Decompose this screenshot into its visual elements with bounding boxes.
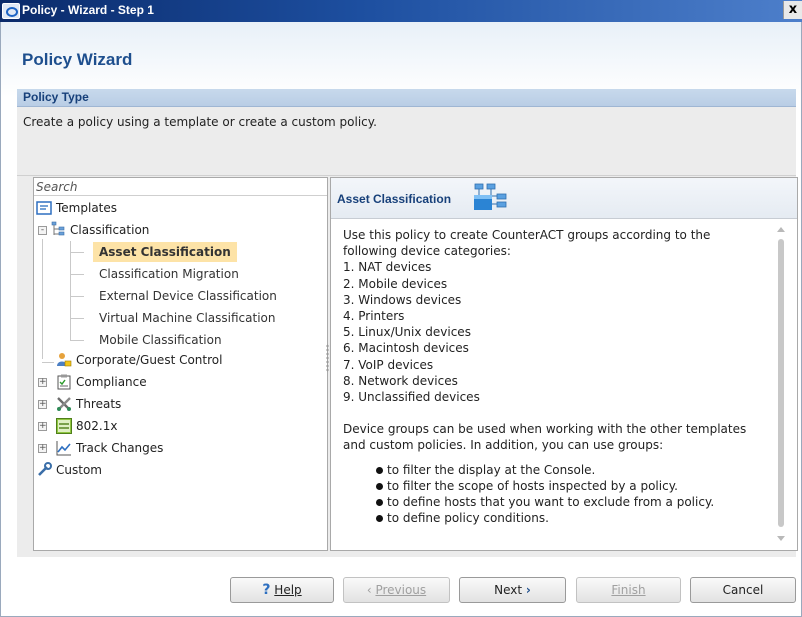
usage-list: to filter the display at the Console. to… <box>343 462 763 527</box>
tree-guide-line <box>70 340 84 341</box>
tree-item-corporate-guest-control[interactable]: Corporate/Guest Control <box>76 350 222 370</box>
category-item: 9. Unclassified devices <box>343 390 480 405</box>
tree-guide-line <box>42 239 43 359</box>
tree-guide-line <box>70 252 84 253</box>
previous-label: Previous <box>375 583 427 597</box>
tree-item-classification-migration[interactable]: Classification Migration <box>99 264 239 284</box>
expand-toggle[interactable]: + <box>38 400 47 409</box>
category-item: 1. NAT devices <box>343 260 432 275</box>
detail-scrollbar[interactable] <box>774 225 788 543</box>
tree-item-templates[interactable]: Templates <box>56 198 117 218</box>
collapse-toggle[interactable]: - <box>38 226 47 235</box>
tree-item-classification[interactable]: Classification <box>70 220 149 240</box>
tree-guide-line <box>70 241 71 341</box>
category-item: 2. Mobile devices <box>343 276 448 291</box>
tree-guide-line <box>70 296 84 297</box>
scroll-down-arrow[interactable] <box>777 536 785 541</box>
help-icon: ? <box>262 582 271 598</box>
panel-splitter[interactable] <box>326 344 329 372</box>
templates-icon <box>36 201 52 215</box>
window-title-bar: Policy - Wizard - Step 1 x <box>0 0 802 22</box>
category-item: 7. VoIP devices <box>343 357 434 372</box>
crossed-tools-icon <box>57 397 71 411</box>
template-tree-panel: Search Templates - Classification Asset … <box>33 177 328 551</box>
window-title: Policy - Wizard - Step 1 <box>22 3 154 17</box>
category-item: 3. Windows devices <box>343 292 462 307</box>
policy-type-title: Policy Type <box>23 90 89 104</box>
users-icon <box>57 353 72 367</box>
counteract-icon <box>2 3 20 19</box>
classification-tree-icon <box>51 221 65 236</box>
usage-item: to define hosts that you want to exclude… <box>343 494 763 510</box>
tree-item-track-changes[interactable]: Track Changes <box>76 438 163 458</box>
usage-item: to filter the display at the Console. <box>343 462 763 478</box>
category-item: 6. Macintosh devices <box>343 341 469 356</box>
expand-toggle[interactable]: + <box>38 378 47 387</box>
category-item: 8. Network devices <box>343 373 458 388</box>
usage-item: to filter the scope of hosts inspected b… <box>343 478 763 494</box>
tree-item-mobile-classification[interactable]: Mobile Classification <box>99 330 222 350</box>
detail-header: Asset Classification <box>331 178 797 219</box>
finish-button[interactable]: Finish <box>576 577 681 603</box>
policy-type-description-area: Create a policy using a template or crea… <box>17 107 796 176</box>
tree-item-compliance[interactable]: Compliance <box>76 372 147 392</box>
finish-label: Finish <box>611 583 646 597</box>
category-item: 4. Printers <box>343 309 405 324</box>
tree-guide-line <box>70 318 84 319</box>
tree-guide-line <box>70 274 84 275</box>
tree-item-virtual-machine-classification[interactable]: Virtual Machine Classification <box>99 308 275 328</box>
detail-intro: Use this policy to create CounterACT gro… <box>343 228 711 259</box>
802-1x-icon <box>56 418 72 434</box>
wrench-icon <box>38 462 52 476</box>
category-item: 5. Linux/Unix devices <box>343 325 471 340</box>
next-button[interactable]: Next › <box>459 577 566 603</box>
tree-item-external-device-classification[interactable]: External Device Classification <box>99 286 277 306</box>
line-chart-icon <box>56 441 71 456</box>
tree-item-asset-classification[interactable]: Asset Classification <box>93 242 237 262</box>
wizard-heading: Policy Wizard <box>22 50 133 69</box>
chevron-left-icon: ‹ <box>366 583 372 597</box>
detail-groups-text: Device groups can be used when working w… <box>343 422 747 453</box>
help-button[interactable]: ? Help <box>230 577 334 603</box>
policy-type-description: Create a policy using a template or crea… <box>23 115 377 129</box>
search-input[interactable]: Search <box>34 178 327 196</box>
clipboard-icon <box>57 374 71 390</box>
tree-item-802-1x[interactable]: 802.1x <box>76 416 117 436</box>
policy-type-header: Policy Type <box>17 89 796 107</box>
tree-item-threats[interactable]: Threats <box>76 394 121 414</box>
template-detail-panel: Asset Classification Use this policy to … <box>330 177 798 551</box>
chevron-right-icon: › <box>525 583 531 597</box>
scroll-up-arrow[interactable] <box>777 227 785 232</box>
close-button[interactable]: x <box>783 1 802 19</box>
next-label: Next <box>494 583 523 597</box>
tree-guide-line <box>42 362 54 363</box>
expand-toggle[interactable]: + <box>38 422 47 431</box>
scroll-thumb[interactable] <box>778 239 784 527</box>
network-devices-icon <box>474 183 507 210</box>
cancel-button[interactable]: Cancel <box>690 577 796 603</box>
previous-button[interactable]: ‹ Previous <box>343 577 450 603</box>
cancel-label: Cancel <box>722 583 764 597</box>
detail-description: Use this policy to create CounterACT gro… <box>343 227 763 526</box>
help-label: Help <box>274 583 302 597</box>
tree-item-custom[interactable]: Custom <box>56 460 102 480</box>
detail-title: Asset Classification <box>337 192 452 206</box>
usage-item: to define policy conditions. <box>343 510 763 526</box>
expand-toggle[interactable]: + <box>38 444 47 453</box>
